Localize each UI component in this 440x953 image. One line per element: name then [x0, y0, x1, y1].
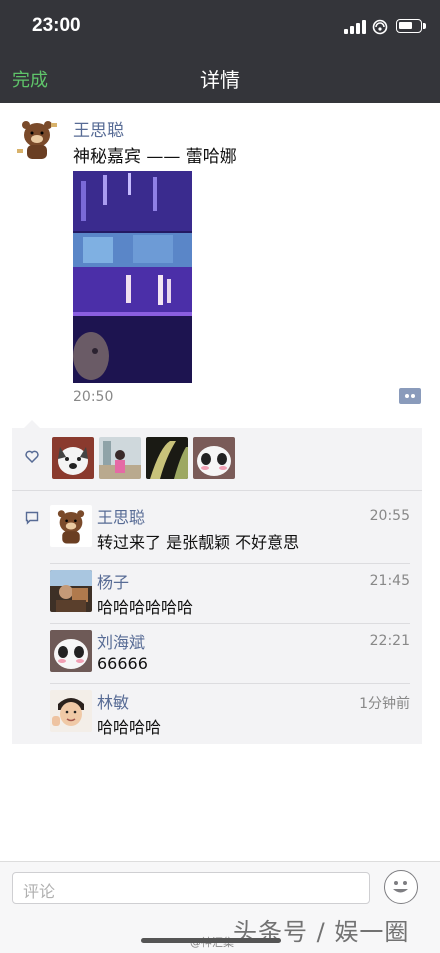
like-avatar[interactable] — [193, 437, 235, 479]
signal-icon — [344, 20, 366, 34]
page-title: 详情 — [200, 68, 240, 92]
comment-divider — [50, 623, 410, 624]
comment-time: 20:55 — [369, 508, 410, 524]
comment-divider — [50, 683, 410, 684]
comment-divider — [50, 563, 410, 564]
comment-text: 转过来了 是张靓颖 不好意思 — [97, 533, 300, 552]
comment-input[interactable]: 评论 — [12, 872, 370, 904]
comment-text: 哈哈哈哈 — [97, 718, 162, 737]
status-time: 23:00 — [32, 15, 81, 36]
post-photo[interactable] — [73, 171, 192, 383]
comment-time: 22:21 — [369, 633, 410, 649]
home-indicator — [141, 938, 281, 943]
comment-avatar[interactable] — [50, 570, 92, 612]
comment-author[interactable]: 王思聪 — [97, 504, 145, 528]
comment-avatar[interactable] — [50, 505, 92, 547]
post-author-avatar[interactable] — [13, 115, 61, 163]
post-author-name[interactable]: 王思聪 — [73, 116, 124, 141]
comment-text: 哈哈哈哈哈哈 — [97, 598, 194, 617]
comment-author[interactable]: 杨子 — [97, 569, 129, 593]
comment-time: 21:45 — [369, 573, 410, 589]
wifi-icon — [372, 19, 388, 35]
more-icon[interactable] — [399, 388, 421, 404]
like-avatar[interactable] — [146, 437, 188, 479]
comment-avatar[interactable] — [50, 690, 92, 732]
heart-icon — [25, 450, 39, 463]
comment-icon — [25, 511, 39, 525]
comment-avatar[interactable] — [50, 630, 92, 672]
like-avatar[interactable] — [99, 437, 141, 479]
post-text: 神秘嘉宾 —— 蕾哈娜 — [73, 147, 237, 167]
panel-divider — [12, 490, 422, 491]
comment-author[interactable]: 刘海斌 — [97, 629, 145, 653]
battery-icon — [396, 19, 426, 33]
emoji-icon[interactable] — [384, 870, 418, 904]
like-avatar[interactable] — [52, 437, 94, 479]
post-time: 20:50 — [73, 389, 114, 405]
panel-arrow — [24, 420, 40, 428]
comment-author[interactable]: 林敏 — [97, 689, 129, 713]
comment-text: 66666 — [97, 654, 148, 673]
comment-time: 1分钟前 — [359, 696, 410, 712]
